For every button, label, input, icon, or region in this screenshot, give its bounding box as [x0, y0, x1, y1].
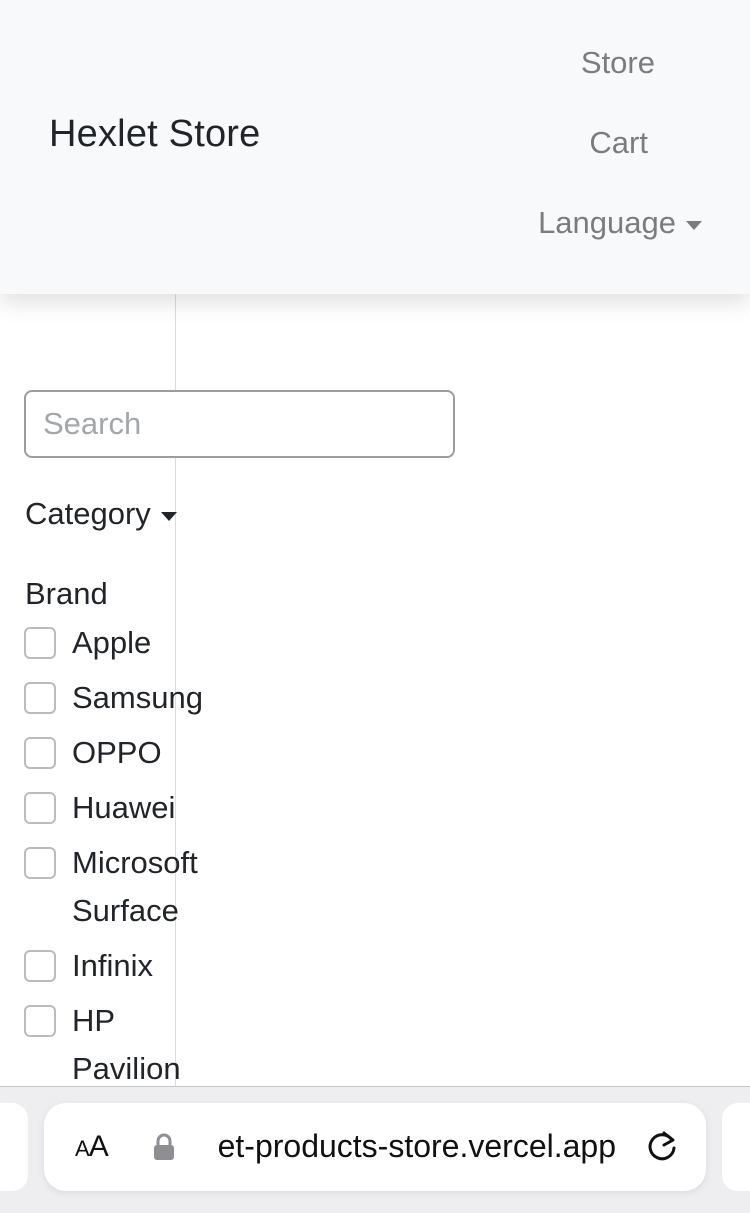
category-dropdown[interactable]: Category	[25, 496, 177, 532]
page: Hexlet Store Store Cart Language Categor…	[0, 0, 750, 1213]
nav-cart-link[interactable]: Cart	[589, 125, 648, 161]
url-text: et-products-store.vercel.app	[217, 1128, 616, 1164]
brand-option[interactable]: Samsung	[24, 679, 324, 722]
brand-checkbox[interactable]	[24, 627, 56, 659]
brand-option-label: Infinix	[72, 948, 153, 983]
brand-option-label: Microsoft Surface	[72, 845, 198, 928]
brand-logo[interactable]: Hexlet Store	[49, 113, 261, 156]
brand-filter-list: Apple Samsung OPPO Huawei Microsoft Surf…	[24, 624, 324, 1105]
brand-option[interactable]: Apple	[24, 624, 324, 667]
brand-checkbox[interactable]	[24, 847, 56, 879]
brand-checkbox[interactable]	[24, 950, 56, 982]
category-label: Category	[25, 496, 151, 531]
brand-option-label: Apple	[72, 625, 152, 660]
lock-icon	[154, 1133, 174, 1160]
caret-down-icon	[160, 511, 177, 521]
brand-option-label: Huawei	[72, 790, 176, 825]
navbar: Hexlet Store Store Cart Language	[0, 0, 750, 294]
browser-bottom-bar: AA et-products-store.vercel.app	[0, 1086, 750, 1213]
search-input[interactable]	[24, 390, 455, 458]
reload-icon[interactable]	[644, 1129, 680, 1165]
text-size-button[interactable]: AA	[75, 1130, 109, 1164]
brand-checkbox[interactable]	[24, 1005, 56, 1037]
language-label: Language	[538, 205, 676, 240]
address-bar[interactable]: AA et-products-store.vercel.app	[44, 1103, 706, 1191]
brand-option[interactable]: HP Pavilion	[24, 1002, 324, 1093]
brand-option[interactable]: OPPO	[24, 734, 324, 777]
next-tab-pill[interactable]	[722, 1103, 750, 1191]
caret-down-icon	[686, 220, 702, 230]
brand-option[interactable]: Infinix	[24, 947, 324, 990]
language-dropdown[interactable]: Language	[538, 205, 702, 241]
nav-store-link[interactable]: Store	[581, 45, 655, 81]
brand-filter-title: Brand	[25, 576, 108, 611]
brand-option[interactable]: Huawei	[24, 789, 324, 832]
brand-checkbox[interactable]	[24, 682, 56, 714]
brand-option-label: HP Pavilion	[72, 1003, 181, 1086]
brand-option[interactable]: Microsoft Surface	[24, 844, 324, 935]
brand-checkbox[interactable]	[24, 792, 56, 824]
brand-checkbox[interactable]	[24, 737, 56, 769]
brand-option-label: Samsung	[72, 680, 203, 715]
brand-option-label: OPPO	[72, 735, 162, 770]
previous-tab-pill[interactable]	[0, 1103, 28, 1191]
